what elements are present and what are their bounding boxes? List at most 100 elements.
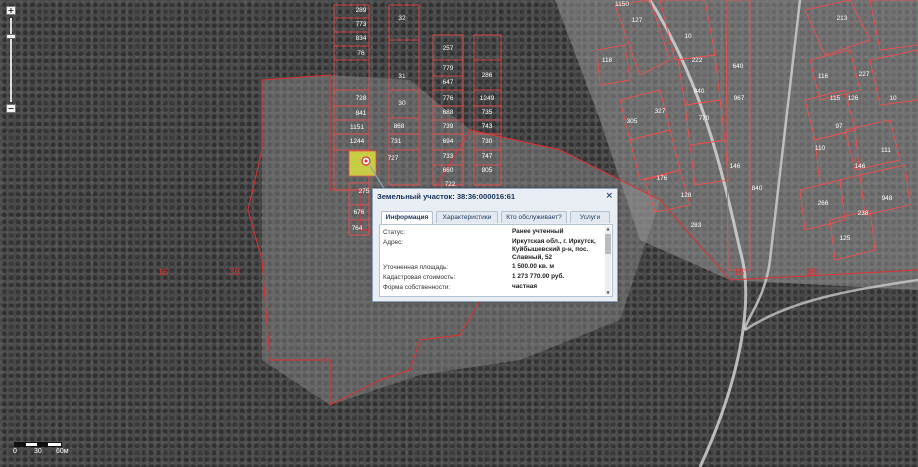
parcel-number-label: 30 <box>398 100 406 107</box>
area-value: 1 500.00 кв. м <box>512 263 555 270</box>
parcel-number-label: 747 <box>482 153 493 160</box>
parcel-number-label: 222 <box>692 57 703 64</box>
parcel-number-label: 868 <box>394 123 405 130</box>
parcel-number-label: 111 <box>881 147 891 154</box>
zoom-control: + − <box>6 6 16 113</box>
parcel-number-label: 31 <box>398 73 406 80</box>
parcel-number-label: 840 <box>752 185 763 192</box>
cadastral-value-value: 1 273 770.00 руб. <box>512 273 565 280</box>
scroll-up-icon[interactable]: ▲ <box>605 226 611 231</box>
parcel-number-label: 76 <box>357 50 365 57</box>
parcel-number-label: 1150 <box>615 1 629 8</box>
parcel-number-label: 327 <box>655 108 666 115</box>
parcel-number-label: 289 <box>356 7 367 14</box>
zoom-out-button[interactable]: − <box>6 104 16 113</box>
parcel-number-label: 238 <box>858 210 869 217</box>
popup-info-table: Статус: Ранее учтенный Адрес: Иркутская … <box>379 224 613 297</box>
parcel-number-label: 773 <box>356 21 367 28</box>
parcel-number-label: 127 <box>632 17 643 24</box>
parcel-number-label: 283 <box>691 222 702 229</box>
tab-services[interactable]: Услуги <box>570 211 610 223</box>
popup-title: Земельный участок: 38:36:000016:61 <box>377 192 516 201</box>
parcel-number-label: 227 <box>859 71 870 78</box>
parcel-number-label: 266 <box>818 200 829 207</box>
parcel-number-label: 213 <box>837 15 848 22</box>
scale-label-mid: 30 <box>34 448 42 455</box>
zoom-slider-track[interactable] <box>10 18 12 102</box>
area-label: Уточненная площадь: <box>383 264 449 271</box>
parcel-number-label: 10 <box>684 33 692 40</box>
ownership-value: частная <box>512 283 538 290</box>
address-label: Адрес: <box>383 239 404 246</box>
parcel-number-label: 688 <box>443 109 454 116</box>
parcel-number-label: 118 <box>602 57 613 64</box>
parcel-number-label: 841 <box>356 110 367 117</box>
parcel-number-label: 743 <box>482 123 493 130</box>
status-value: Ранее учтенный <box>512 228 564 235</box>
parcel-number-label: 286 <box>482 72 493 79</box>
parcel-number-label: 1244 <box>350 138 365 145</box>
status-label: Статус: <box>383 229 405 236</box>
parcel-number-label: 115 <box>830 95 841 102</box>
parcel-number-label: 730 <box>482 138 493 145</box>
parcel-number-label: 840 <box>694 88 705 95</box>
parcel-number-label: 275 <box>359 188 370 195</box>
parcel-number-label: 776 <box>443 95 454 102</box>
zone-label-right-16: 16 <box>734 267 744 277</box>
parcel-number-label: 660 <box>443 167 454 174</box>
zone-label-left-16: 16 <box>158 267 168 277</box>
parcel-number-label: 967 <box>734 95 745 102</box>
parcel-number-label: 10 <box>889 95 897 102</box>
parcel-number-label: 779 <box>443 65 454 72</box>
zoom-slider-handle[interactable] <box>6 34 16 39</box>
tab-information[interactable]: Информация <box>381 211 433 224</box>
parcel-number-label: 125 <box>840 235 851 242</box>
parcel-number-label: 128 <box>681 192 692 199</box>
parcel-number-label: 176 <box>657 175 668 182</box>
parcel-number-label: 764 <box>352 225 363 232</box>
parcel-number-label: 722 <box>445 181 456 188</box>
tab-characteristics[interactable]: Характеристики <box>436 211 498 223</box>
parcel-info-popup: Земельный участок: 38:36:000016:61 × Инф… <box>372 188 618 302</box>
parcel-number-label: 834 <box>356 35 367 42</box>
parcel-number-label: 146 <box>730 163 741 170</box>
parcel-number-label: 110 <box>815 145 826 152</box>
scroll-down-icon[interactable]: ▼ <box>605 290 611 295</box>
parcel-number-label: 305 <box>627 118 638 125</box>
zone-label-right-36: 36 <box>806 267 818 278</box>
parcel-number-label: 805 <box>482 167 493 174</box>
parcel-number-label: 1151 <box>350 124 364 131</box>
parcel-number-label: 146 <box>855 163 866 170</box>
cadastral-value-label: Кадастровая стоимость: <box>383 274 456 281</box>
parcel-number-label: 694 <box>443 138 454 145</box>
parcel-number-label: 731 <box>391 138 402 145</box>
parcel-number-label: 770 <box>699 115 710 122</box>
parcel-number-label: 676 <box>354 209 365 216</box>
parcel-number-label: 948 <box>882 195 893 202</box>
parcel-number-label: 728 <box>356 95 367 102</box>
parcel-number-label: 126 <box>848 95 859 102</box>
parcel-number-label: 97 <box>835 123 843 130</box>
zone-label-left-36: 36 <box>229 267 241 278</box>
scale-label-end: 60м <box>56 448 69 455</box>
scale-bar-graphic <box>14 442 62 447</box>
zoom-in-button[interactable]: + <box>6 6 16 15</box>
popup-scrollbar[interactable]: ▲ ▼ <box>605 226 611 295</box>
parcel-number-label: 116 <box>818 73 829 80</box>
parcel-number-label: 257 <box>443 45 454 52</box>
marker-dot <box>364 159 368 163</box>
close-icon[interactable]: × <box>605 191 613 201</box>
parcel-number-label: 733 <box>443 153 454 160</box>
parcel-number-label: 739 <box>443 123 454 130</box>
scrollbar-thumb[interactable] <box>605 234 611 254</box>
ownership-label: Форма собственности: <box>383 284 451 291</box>
scale-label-zero: 0 <box>13 448 17 455</box>
parcel-number-label: 640 <box>733 63 744 70</box>
tab-who-serves[interactable]: Кто обслуживает? <box>501 211 567 223</box>
parcel-number-label: 727 <box>388 155 399 162</box>
address-value: Иркутская обл., г. Иркутск, Куйбышевский… <box>512 238 596 261</box>
parcel-number-label: 647 <box>443 79 454 86</box>
parcel-number-label: 735 <box>482 109 493 116</box>
parcel-number-label: 32 <box>398 15 406 22</box>
parcel-number-label: 1249 <box>480 95 495 102</box>
